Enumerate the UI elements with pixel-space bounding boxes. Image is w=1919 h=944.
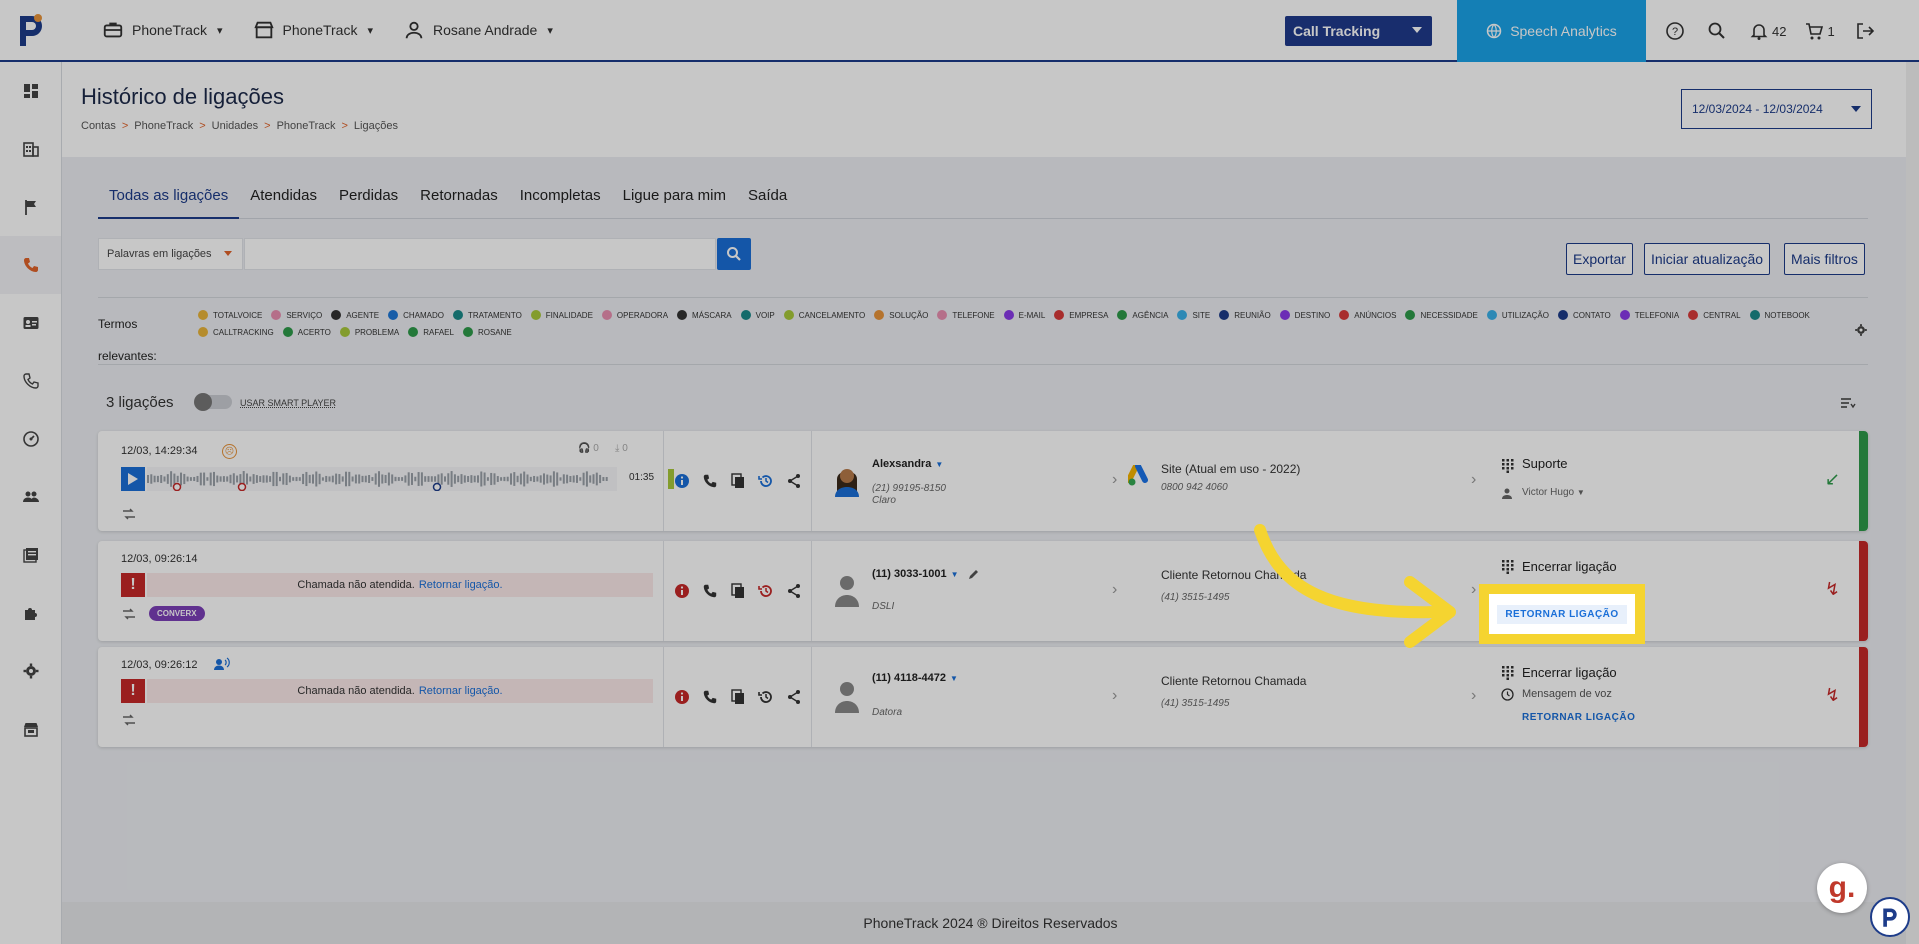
highlighted-return-call-button[interactable]: RETORNAR LIGAÇÃO	[1479, 584, 1645, 644]
tutorial-arrow-icon	[1254, 524, 1456, 648]
guide-badge[interactable]: g.	[1817, 863, 1867, 913]
phonetrack-chat-icon[interactable]	[1870, 897, 1910, 937]
return-call-button[interactable]: RETORNAR LIGAÇÃO	[1497, 604, 1627, 624]
tutorial-overlay	[0, 0, 1919, 944]
